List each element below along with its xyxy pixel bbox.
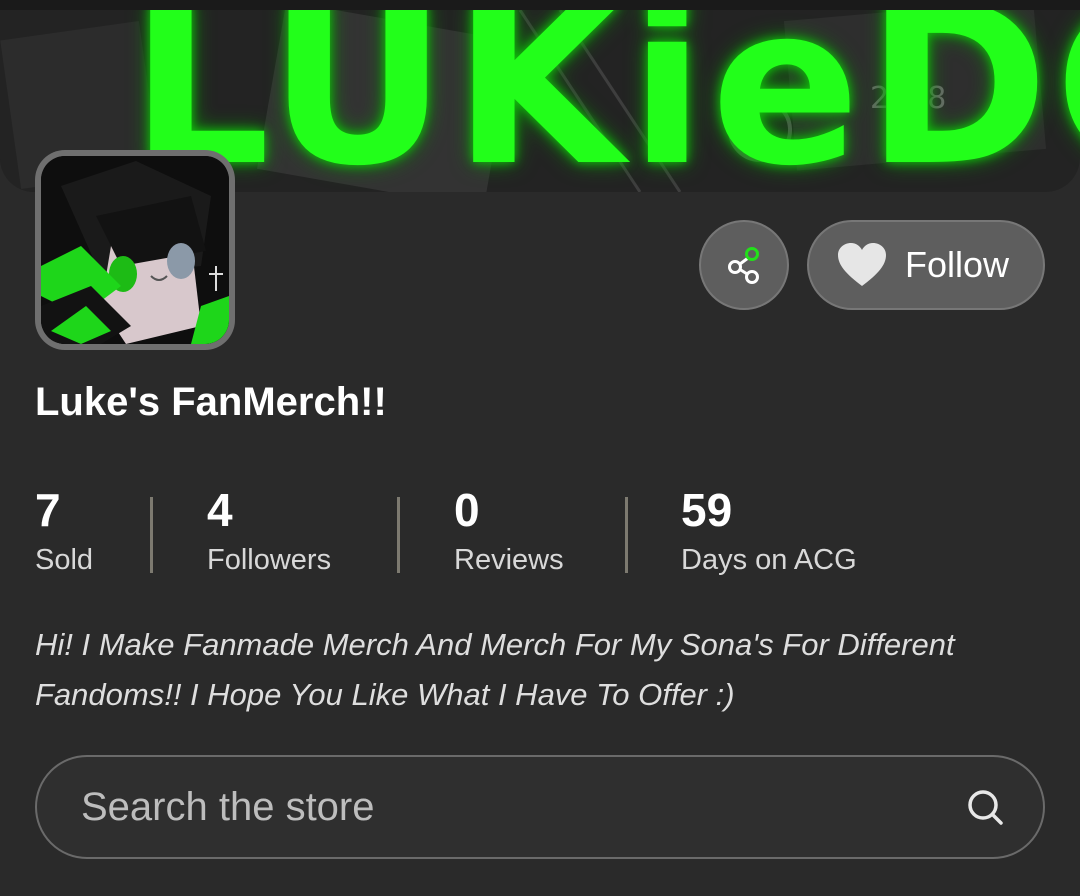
stat-reviews[interactable]: 0 Reviews — [454, 484, 564, 580]
store-search-bar[interactable] — [35, 755, 1045, 859]
follow-label: Follow — [905, 244, 1010, 285]
stat-value: 0 — [454, 484, 480, 536]
stat-label: Followers — [207, 544, 332, 576]
store-page: 2018 LUKieDC — [0, 0, 1080, 896]
avatar-image — [41, 156, 229, 344]
follow-button[interactable]: Follow — [807, 220, 1045, 310]
stat-value: 59 — [681, 484, 733, 536]
stat-value: 7 — [35, 484, 61, 536]
heart-icon — [835, 240, 889, 290]
stat-value: 4 — [207, 484, 233, 536]
share-button[interactable] — [699, 220, 789, 310]
banner-logo-text: LUKieDC — [130, 10, 1080, 192]
stat-divider — [625, 497, 628, 573]
stat-divider — [150, 497, 153, 573]
search-icon[interactable] — [963, 785, 1007, 829]
stat-days-on-acg: 59 Days on ACG — [681, 484, 857, 580]
stat-label: Reviews — [454, 544, 564, 576]
status-bar-strip — [0, 0, 1080, 10]
stat-divider — [397, 497, 400, 573]
stat-label: Days on ACG — [681, 544, 857, 576]
stat-sold: 7 Sold — [35, 484, 93, 580]
avatar-art — [41, 156, 229, 344]
store-bio: Hi! I Make Fanmade Merch And Merch For M… — [35, 627, 955, 712]
share-icon — [728, 247, 759, 284]
store-name: Luke's FanMerch!! — [35, 380, 387, 424]
store-avatar[interactable] — [35, 150, 235, 350]
stat-followers[interactable]: 4 Followers — [207, 484, 331, 580]
stat-label: Sold — [35, 544, 94, 576]
search-input[interactable] — [79, 783, 963, 831]
